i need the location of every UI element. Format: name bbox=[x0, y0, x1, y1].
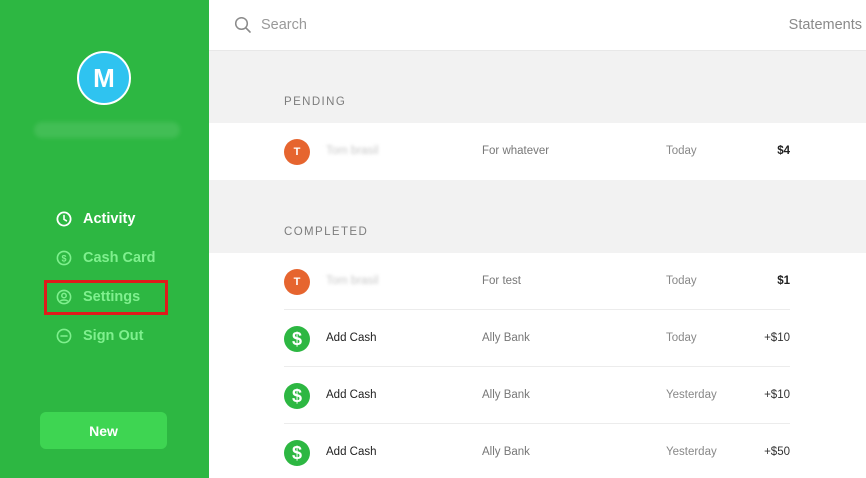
contact-avatar: T bbox=[284, 139, 310, 165]
transaction-date: Today bbox=[666, 332, 697, 344]
transaction-note: Ally Bank bbox=[482, 389, 530, 401]
search-icon bbox=[234, 16, 252, 34]
transaction-row[interactable]: T Tom brasil For test Today $1 bbox=[209, 253, 866, 310]
transaction-amount: +$50 bbox=[764, 446, 790, 458]
transaction-row[interactable]: T Tom brasil For whatever Today $4 bbox=[209, 123, 866, 180]
statements-link[interactable]: Statements bbox=[789, 17, 862, 33]
transaction-row[interactable]: $ Add Cash Ally Bank Today +$10 bbox=[209, 310, 866, 367]
sidebar-item-sign-out[interactable]: Sign Out bbox=[56, 327, 156, 345]
transaction-party: Tom brasil bbox=[326, 275, 379, 287]
transaction-row[interactable]: $ Add Cash Ally Bank Yesterday +$10 bbox=[209, 367, 866, 424]
transaction-note: Ally Bank bbox=[482, 332, 530, 344]
transaction-date: Yesterday bbox=[666, 446, 717, 458]
dollar-circle-icon: $ bbox=[56, 250, 72, 266]
transaction-party: Add Cash bbox=[326, 332, 377, 344]
transaction-amount: +$10 bbox=[764, 389, 790, 401]
svg-text:$: $ bbox=[61, 254, 66, 264]
search-input[interactable] bbox=[261, 14, 561, 36]
sidebar-item-label: Sign Out bbox=[83, 328, 144, 344]
settings-highlight-box bbox=[44, 280, 168, 315]
pending-section-label: PENDING bbox=[284, 96, 347, 108]
profile-avatar[interactable]: M bbox=[77, 51, 131, 105]
minus-circle-icon bbox=[56, 328, 72, 344]
dollar-icon: $ bbox=[284, 326, 310, 352]
sidebar-item-label: Cash Card bbox=[83, 250, 156, 266]
sidebar-item-cash-card[interactable]: $ Cash Card bbox=[56, 249, 156, 267]
dollar-icon: $ bbox=[284, 383, 310, 409]
new-button[interactable]: New bbox=[40, 412, 167, 449]
transaction-amount: +$10 bbox=[764, 332, 790, 344]
transaction-date: Today bbox=[666, 145, 697, 157]
transaction-amount: $1 bbox=[777, 275, 790, 287]
transaction-row[interactable]: $ Add Cash Ally Bank Yesterday +$50 bbox=[209, 424, 866, 478]
transaction-party: Add Cash bbox=[326, 389, 377, 401]
contact-avatar: T bbox=[284, 269, 310, 295]
transaction-party: Add Cash bbox=[326, 446, 377, 458]
sidebar: M Activity $ Cash Card Settings Sign Out bbox=[0, 0, 209, 478]
top-bar: Statements bbox=[209, 0, 866, 51]
sidebar-item-label: Activity bbox=[83, 211, 136, 227]
transaction-date: Yesterday bbox=[666, 389, 717, 401]
sidebar-item-activity[interactable]: Activity bbox=[56, 210, 156, 228]
transaction-date: Today bbox=[666, 275, 697, 287]
transaction-party: Tom brasil bbox=[326, 145, 379, 157]
dollar-icon: $ bbox=[284, 440, 310, 466]
transaction-amount: $4 bbox=[777, 145, 790, 157]
clock-icon bbox=[56, 211, 72, 227]
transaction-note: For test bbox=[482, 275, 521, 287]
profile-name-redacted bbox=[34, 122, 180, 138]
transaction-note: Ally Bank bbox=[482, 446, 530, 458]
main-content: Statements PENDING T Tom brasil For what… bbox=[209, 0, 866, 478]
transaction-note: For whatever bbox=[482, 145, 550, 157]
completed-section-label: COMPLETED bbox=[284, 226, 369, 238]
